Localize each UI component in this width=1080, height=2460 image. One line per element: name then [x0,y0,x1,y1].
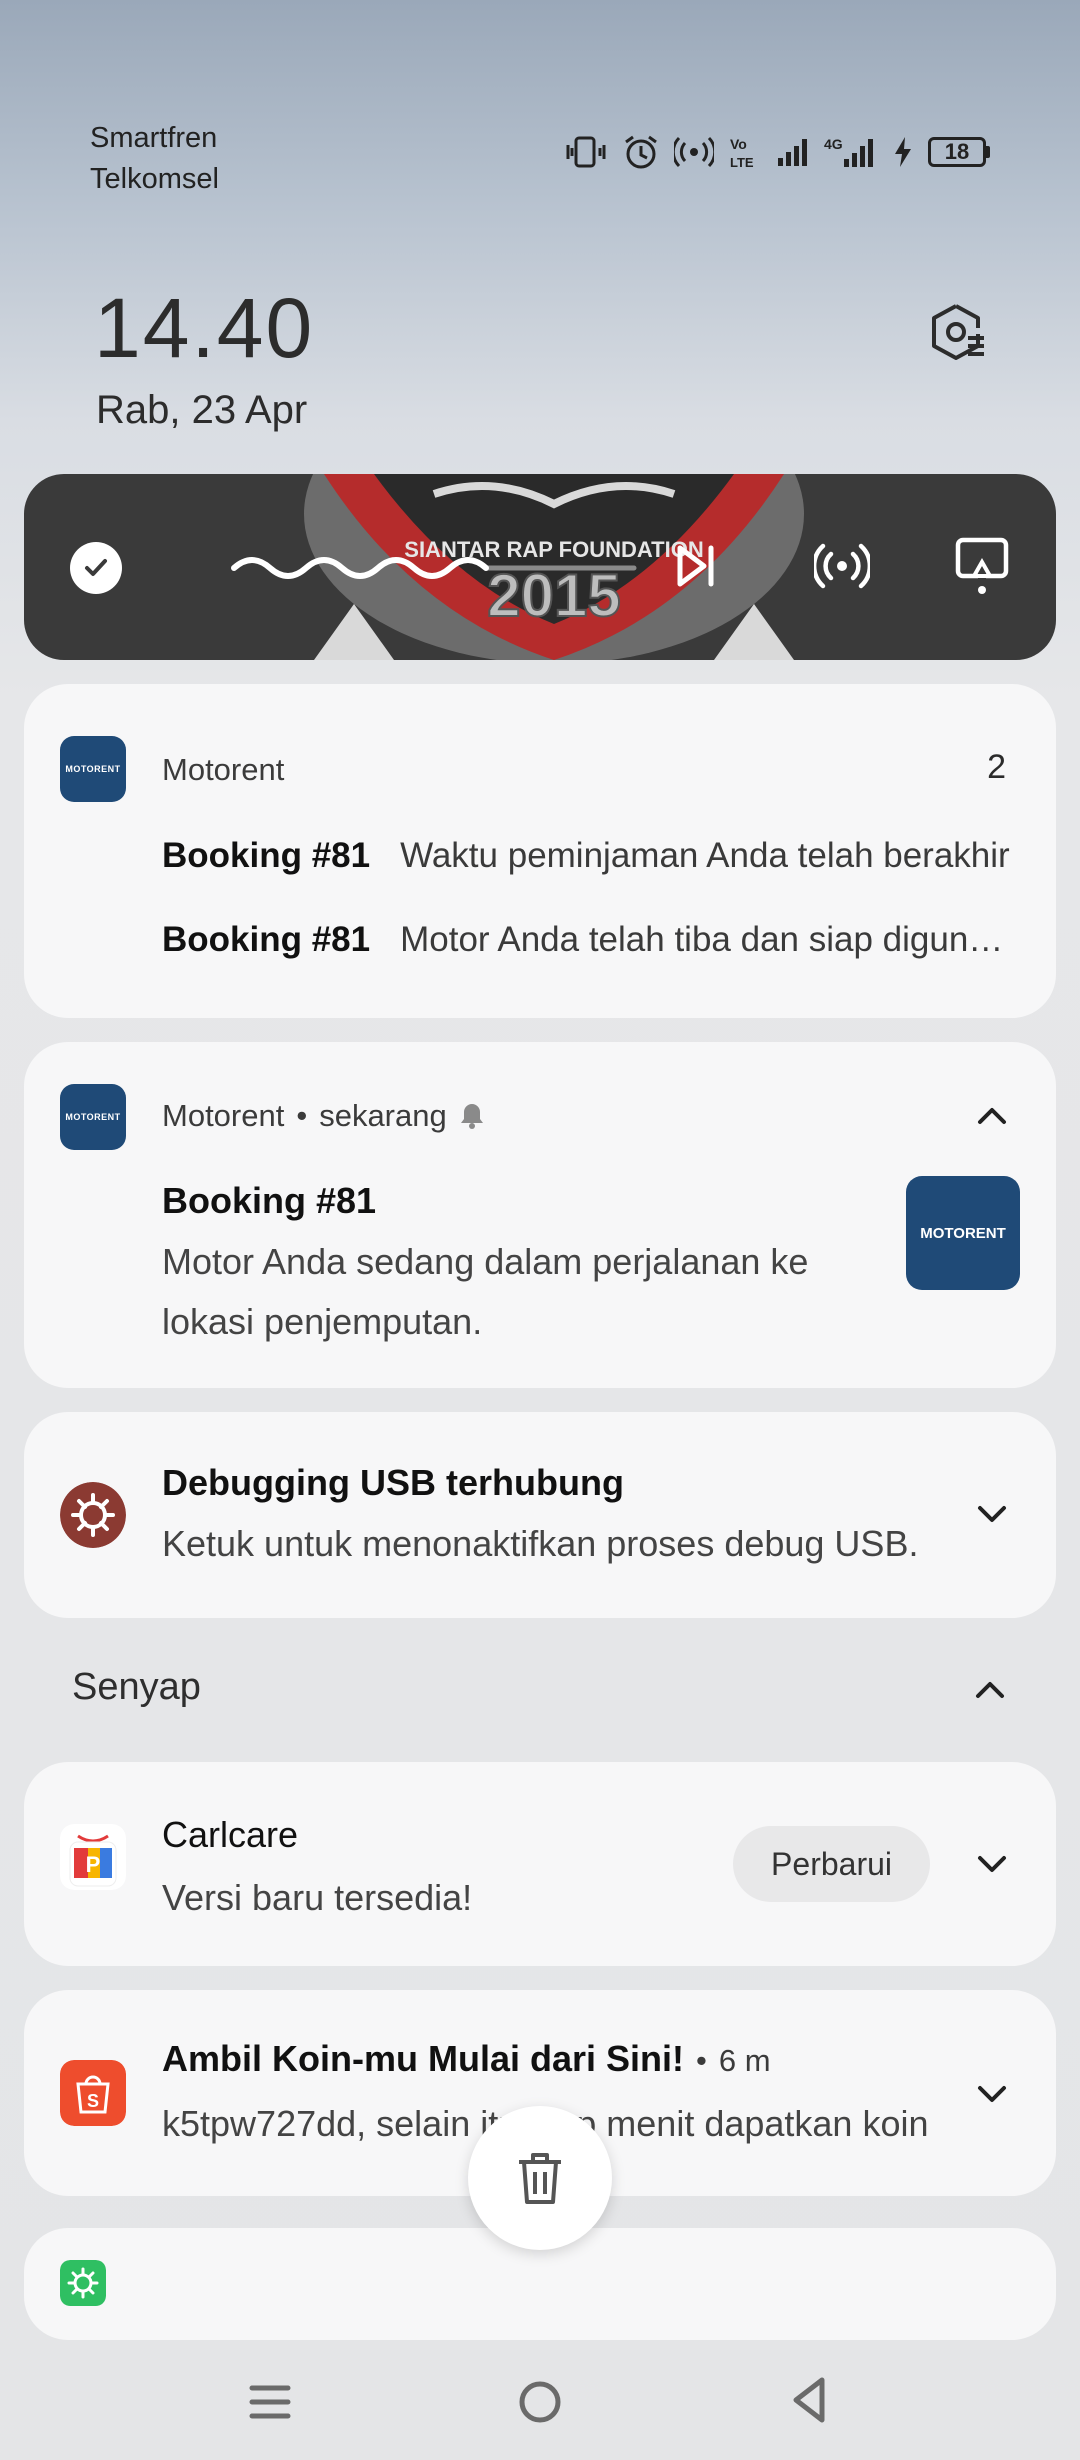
notification-line-2[interactable]: Booking #81 Motor Anda telah tiba dan sia… [162,920,1012,960]
shopee-app-icon: S [60,2060,126,2126]
date: Rab, 23 Apr [96,388,308,432]
app-name: Motorent [162,752,285,787]
volte-icon: Vo LTE [730,136,754,170]
section-collapse-chevron-icon[interactable] [970,1670,1010,1710]
charging-icon [895,137,911,167]
expand-chevron-icon[interactable] [972,1494,1012,1534]
trash-icon [519,2153,561,2204]
update-button[interactable]: Perbarui [733,1826,930,1902]
android-system-icon [60,2260,106,2306]
line-2-text: Motor Anda telah tiba dan siap digunakan [400,920,1012,959]
carlcare-card[interactable]: P Carlcare Versi baru tersedia! Perbarui [24,1762,1056,1966]
alarm-icon [625,135,657,169]
hotspot-icon [674,136,714,168]
bell-icon [460,1104,483,1129]
line-2-title: Booking #81 [162,920,371,959]
notification-time: 6 m [718,2043,771,2078]
line-1-text: Waktu peminjaman Anda telah berakhir [400,836,1010,875]
notification-title: Ambil Koin-mu Mulai dari Sini! [162,2038,684,2079]
svg-text:S: S [87,2091,99,2111]
settings-icon[interactable] [924,300,988,364]
separator-dot: • [296,1098,308,1133]
back-icon[interactable] [786,2374,834,2426]
clock: 14.40 [94,281,315,375]
vibrate-icon [566,136,606,168]
notification-time: sekarang [319,1098,447,1133]
usb-debug-gear-icon [60,1482,126,1548]
skip-next-icon[interactable] [674,542,718,590]
carlcare-app-icon: P [60,1824,126,1890]
notification-body: Motor Anda sedang dalam perjalanan ke lo… [162,1241,809,1342]
motorent-group-card[interactable]: MOTORENT Motorent 2 Booking #81 Waktu pem… [24,684,1056,1018]
expand-chevron-icon[interactable] [972,2074,1012,2114]
notification-title: Booking #81 [162,1180,377,1221]
collapse-chevron-icon[interactable] [972,1096,1012,1136]
carrier-1: Smartfren [90,122,218,154]
motorent-thumbnail-label: MOTORENT [920,1224,1006,1242]
output-device-icon[interactable] [954,536,1010,596]
signal-icon [778,139,807,166]
notification-title: Carlcare [162,1814,299,1855]
notification-body: Ketuk untuk menonaktifkan proses debug U… [162,1523,919,1564]
notification-title: Debugging USB terhubung [162,1462,624,1503]
motorent-icon-label: MOTORENT [65,1112,121,1122]
motorent-icon-label: MOTORENT [65,764,121,774]
notification-header: Motorent • sekarang [162,1098,485,1134]
carrier-info: Smartfren Telkomsel [90,118,219,200]
expand-chevron-icon[interactable] [972,1844,1012,1884]
progress-wave[interactable] [224,546,644,590]
home-icon[interactable] [516,2378,564,2426]
status-icons: Vo LTE 4G 18 [564,134,990,170]
notification-count: 2 [987,748,1006,786]
svg-text:Vo: Vo [730,136,747,152]
check-icon[interactable] [70,542,122,594]
usb-debugging-card[interactable]: Debugging USB terhubung Ketuk untuk meno… [24,1412,1056,1618]
notification-header: Ambil Koin-mu Mulai dari Sini! • 6 m [162,2038,771,2080]
motorent-thumbnail: MOTORENT [906,1176,1020,1290]
clear-all-button[interactable] [468,2106,612,2250]
silent-section-title: Senyap [72,1666,201,1708]
battery-icon: 18 [928,137,990,167]
svg-text:LTE: LTE [730,155,754,170]
motorent-notification-card[interactable]: MOTORENT Motorent • sekarang Booking #81… [24,1042,1056,1388]
separator-dot: • [696,2043,707,2078]
motorent-app-icon: MOTORENT [60,1084,126,1150]
broadcast-icon[interactable] [814,538,870,594]
battery-level: 18 [928,137,986,167]
recent-apps-icon[interactable] [246,2378,294,2426]
app-name: Motorent [162,1098,285,1133]
media-player[interactable]: SIANTAR RAP FOUNDATION 2015 [24,474,1056,660]
carrier-2: Telkomsel [90,163,219,195]
navigation-bar [0,2360,1080,2460]
svg-text:P: P [86,1852,101,1877]
svg-text:4G: 4G [824,136,843,152]
4g-signal-icon: 4G [824,136,873,167]
notification-line-1[interactable]: Booking #81 Waktu peminjaman Anda telah b… [162,836,1012,876]
line-1-title: Booking #81 [162,836,371,875]
motorent-app-icon: MOTORENT [60,736,126,802]
notification-body: Versi baru tersedia! [162,1877,473,1918]
